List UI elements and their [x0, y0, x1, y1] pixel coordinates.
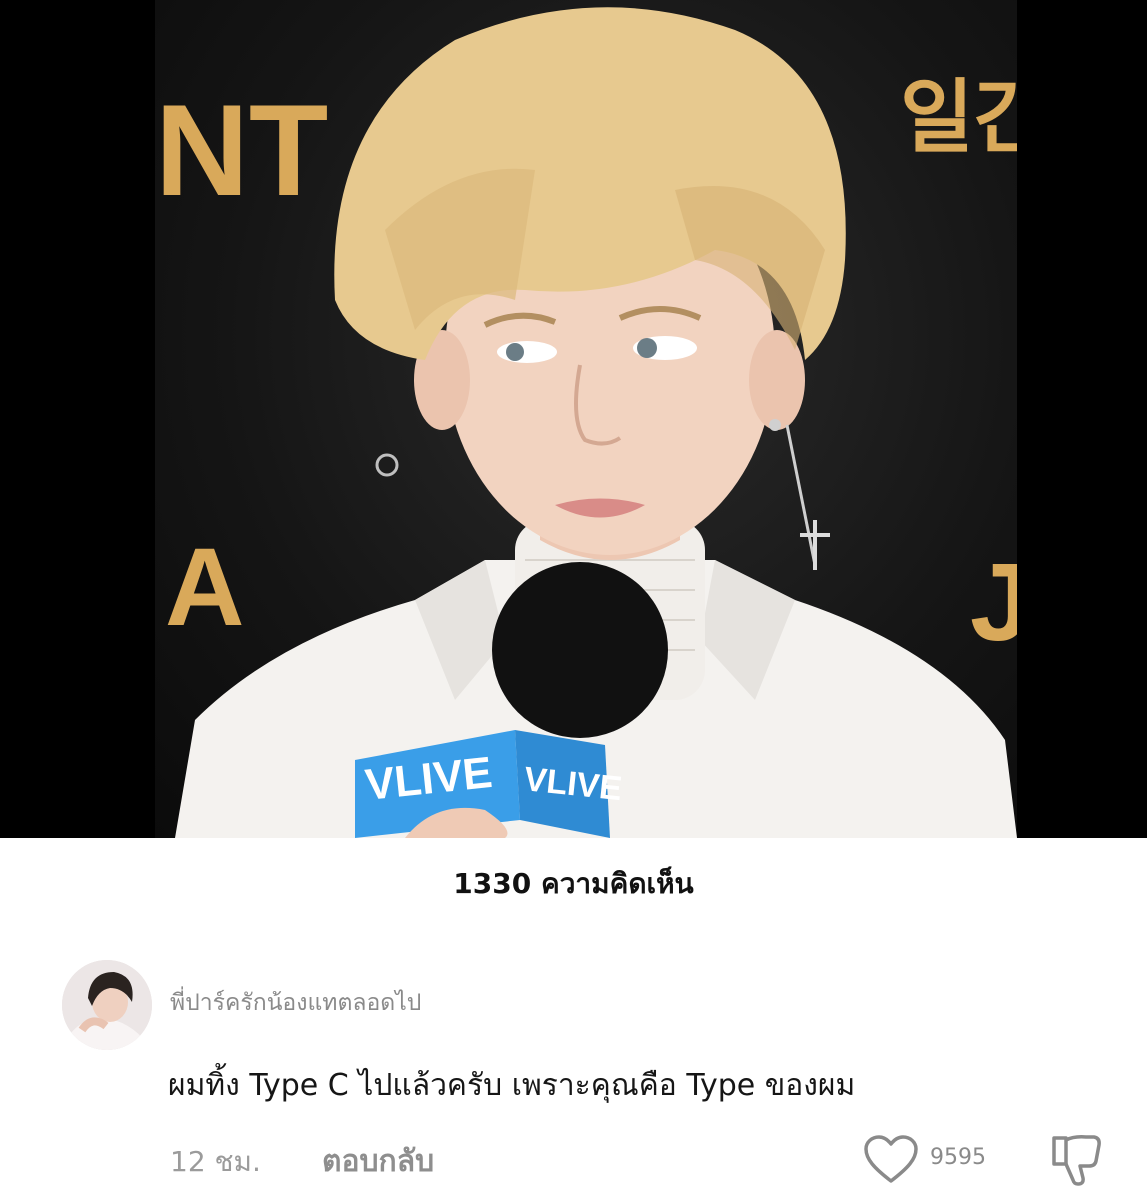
like-count: 9595	[930, 1145, 986, 1170]
thumbs-down-outline-icon	[1052, 1135, 1101, 1186]
comment-username[interactable]: พี่ปาร์ครักน้องแทตลอดไป	[170, 985, 421, 1021]
dislike-button[interactable]	[1046, 1130, 1106, 1190]
heart-outline-icon	[864, 1135, 918, 1183]
comment-timestamp: 12 ชม.	[170, 1145, 261, 1178]
comment-text: ผมทิ้ง Type C ไปแล้วครับ เพราะคุณคือ Typ…	[168, 1068, 856, 1103]
comments-count-title: 1330 ความคิดเห็น	[453, 867, 694, 900]
backdrop-text-left: NT	[155, 77, 328, 223]
like-button[interactable]	[862, 1134, 920, 1186]
video-player[interactable]: NT 일간 A J VLIVE VLIVE	[0, 0, 1147, 838]
backdrop-text-right-top: 일간	[900, 71, 1017, 164]
reply-button[interactable]: ตอบกลับ	[322, 1138, 434, 1185]
tiktok-comment-screen: NT 일간 A J VLIVE VLIVE 1330 ความคิดเห็น พ…	[0, 0, 1147, 1200]
video-frame-photo: NT 일간 A J VLIVE VLIVE	[155, 0, 1017, 838]
backdrop-text-left-bottom: A	[165, 526, 244, 649]
avatar[interactable]	[62, 960, 152, 1050]
backdrop-text-right-bottom: J	[970, 541, 1017, 664]
